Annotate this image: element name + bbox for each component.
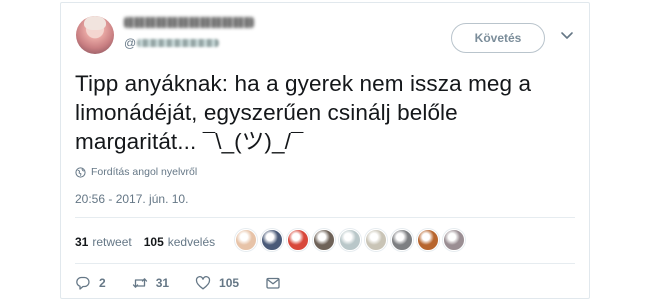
tweet-line: margaritát... ¯\_(ツ)_/¯ xyxy=(75,129,304,154)
reply-count: 2 xyxy=(99,276,106,290)
direct-message-icon xyxy=(266,277,280,289)
divider xyxy=(75,217,575,218)
liker-avatar[interactable] xyxy=(443,229,465,251)
follow-button[interactable]: Követés xyxy=(451,23,545,53)
handle-prefix: @ xyxy=(124,36,137,50)
like-count[interactable]: 105 xyxy=(144,235,164,249)
retweet-count[interactable]: 31 xyxy=(75,235,88,249)
globe-icon xyxy=(75,166,86,178)
liker-avatar[interactable] xyxy=(365,229,387,251)
retweet-action-count: 31 xyxy=(155,276,170,290)
avatar[interactable] xyxy=(76,16,114,54)
liker-avatar[interactable] xyxy=(417,229,439,251)
tweet-timestamp[interactable]: 20:56 - 2017. jún. 10. xyxy=(75,192,188,206)
liker-avatar[interactable] xyxy=(287,229,309,251)
retweet-label[interactable]: retweet xyxy=(92,235,131,249)
chevron-down-icon[interactable] xyxy=(559,29,575,43)
handle-blurred xyxy=(137,39,220,47)
likers-avatars xyxy=(235,229,469,251)
tweet-text: Tipp anyáknak: ha a gyerek nem issza meg… xyxy=(75,69,575,156)
translate-label: Fordítás angol nyelvről xyxy=(91,166,198,178)
direct-message-button[interactable] xyxy=(265,275,289,291)
liker-avatar[interactable] xyxy=(391,229,413,251)
tweet-stats: 31 retweet 105 kedvelés xyxy=(75,235,227,249)
tweet-card: @ Követés Tipp anyáknak: ha a gyerek nem… xyxy=(60,2,590,299)
retweet-icon xyxy=(132,278,147,288)
like-button[interactable]: 105 xyxy=(195,275,239,291)
reply-icon xyxy=(76,276,90,290)
reply-button[interactable]: 2 xyxy=(75,275,106,291)
tweet-line: Tipp anyáknak: ha a gyerek nem issza meg… xyxy=(75,71,532,96)
tweet-actions: 2 31 105 xyxy=(75,273,315,293)
like-label[interactable]: kedvelés xyxy=(168,235,215,249)
liker-avatar[interactable] xyxy=(313,229,335,251)
retweet-button[interactable]: 31 xyxy=(132,275,169,291)
liker-avatar[interactable] xyxy=(261,229,283,251)
liker-avatar[interactable] xyxy=(339,229,361,251)
author-name-blurred[interactable] xyxy=(124,17,254,28)
author-handle[interactable]: @ xyxy=(124,36,220,50)
translate-link[interactable]: Fordítás angol nyelvről xyxy=(75,166,197,178)
divider xyxy=(75,263,575,264)
tweet-line: limonádéját, egyszerűen csinálj belőle xyxy=(75,100,458,125)
like-action-count: 105 xyxy=(219,276,240,290)
heart-icon xyxy=(195,275,211,290)
liker-avatar[interactable] xyxy=(235,229,257,251)
